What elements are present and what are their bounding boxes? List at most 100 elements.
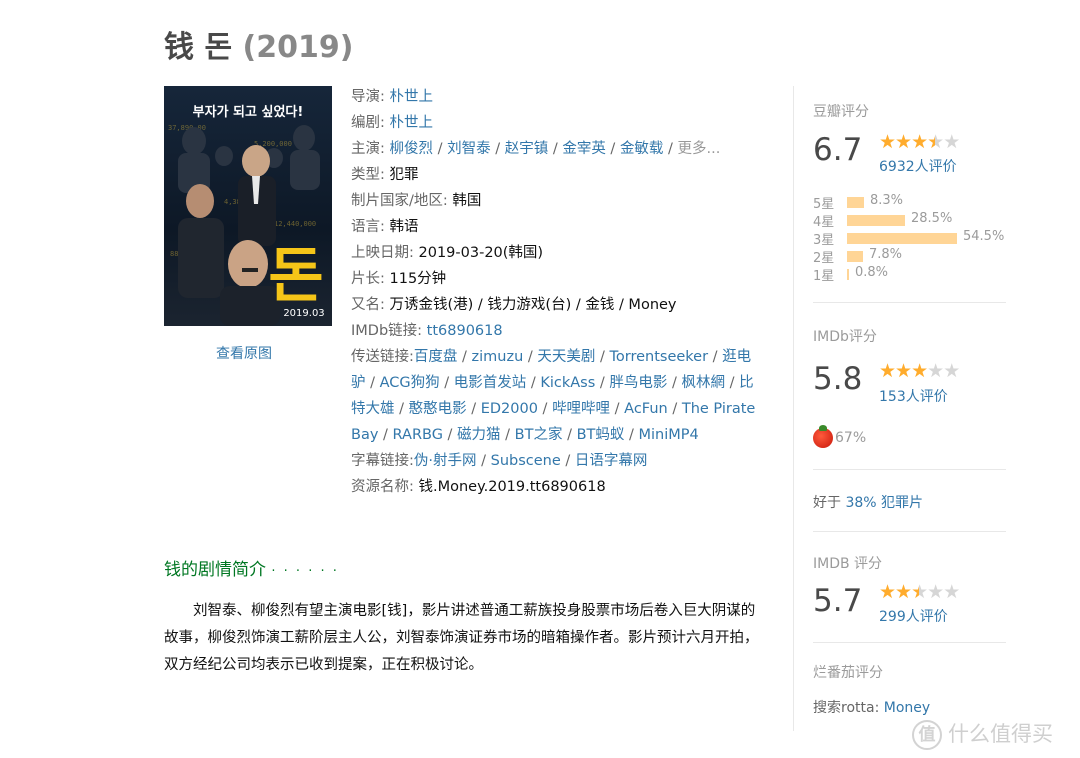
links-row: 传送链接:百度盘 / zimuzu / 天天美剧 / Torrentseeker…	[351, 349, 756, 443]
aka-label: 又名:	[351, 297, 390, 313]
movie-year: (2019)	[242, 30, 354, 65]
resource-link[interactable]: 胖鸟电影	[609, 375, 667, 391]
resource-name-value: 钱.Money.2019.tt6890618	[418, 479, 606, 495]
resource-link[interactable]: zimuzu	[472, 349, 524, 365]
imdb-row: IMDb链接: tt6890618	[351, 318, 761, 344]
poster-tagline: 부자가 되고 싶었다!	[193, 104, 304, 120]
language-row: 语言: 韩语	[351, 214, 761, 240]
resource-link[interactable]: 憨憨电影	[409, 401, 467, 417]
divider	[813, 642, 1006, 643]
star-icon: ★	[895, 131, 912, 153]
director-row: 导演: 朴世上	[351, 84, 761, 110]
resource-link[interactable]: 百度盘	[414, 349, 458, 365]
view-original-link[interactable]: 查看原图	[216, 343, 272, 363]
resource-name-row: 资源名称: 钱.Money.2019.tt6890618	[351, 474, 761, 500]
douban-label: 豆瓣评分	[813, 104, 869, 120]
rating-dist-bar	[847, 233, 957, 244]
douban-stars: ★★★★★	[879, 131, 960, 153]
release-label: 上映日期:	[351, 245, 419, 261]
resource-link[interactable]: 磁力猫	[457, 427, 501, 443]
rating-dist-bar	[847, 215, 905, 226]
language-value: 韩语	[389, 219, 419, 235]
star-empty-icon: ★	[927, 360, 944, 382]
imdb-label: IMDb链接:	[351, 323, 427, 339]
resource-link[interactable]: ACG狗狗	[380, 375, 440, 391]
cast-link[interactable]: 赵宇镇	[505, 141, 549, 157]
cast-link[interactable]: 刘智泰	[447, 141, 491, 157]
resource-link[interactable]: 电影首发站	[454, 375, 527, 391]
director-link[interactable]: 朴世上	[390, 89, 434, 105]
poster-image: 37,890,00 5,200,000 4,380,000 12,440,000…	[164, 86, 332, 326]
resource-link[interactable]: KickAss	[540, 375, 595, 391]
synopsis-heading: 钱的剧情简介 · · · · · ·	[164, 555, 339, 580]
star-icon: ★	[911, 131, 928, 153]
aka-value: 万诱金钱(港) / 钱力游戏(台) / 金钱 / Money	[389, 297, 677, 313]
country-value: 韩国	[452, 193, 482, 209]
rating-dist-pct: 8.3%	[870, 193, 904, 208]
star-icon: ★	[879, 360, 896, 382]
imdb-count-link[interactable]: 153人评价	[879, 386, 948, 406]
watermark-text: 什么值得买	[948, 722, 1053, 746]
divider	[813, 302, 1006, 303]
imdb-rating-stars: ★★★★★	[879, 360, 960, 382]
subs-row: 字幕链接:伪·射手网 / Subscene / 日语字幕网	[351, 453, 648, 469]
rating-dist-pct: 28.5%	[911, 211, 953, 226]
resource-link[interactable]: BT蚂蚁	[577, 427, 625, 443]
resource-link[interactable]: ED2000	[481, 401, 538, 417]
movie-poster[interactable]: 37,890,00 5,200,000 4,380,000 12,440,000…	[164, 86, 332, 326]
watermark: 值什么值得买	[912, 718, 1053, 750]
resource-link[interactable]: 哔哩哔哩	[552, 401, 610, 417]
synopsis-title: 钱的剧情简介	[164, 560, 266, 580]
resource-link[interactable]: BT之家	[515, 427, 563, 443]
resource-link[interactable]: 天天美剧	[537, 349, 595, 365]
imdb2-count-link[interactable]: 299人评价	[879, 606, 948, 626]
rating-dist-pct: 7.8%	[869, 247, 903, 262]
links-label: 传送链接:	[351, 349, 414, 365]
star-empty-icon: ★	[943, 131, 960, 153]
rating-dist-star: 5星	[813, 197, 835, 212]
rt-rating-label: 烂番茄评分	[813, 665, 883, 681]
resource-link[interactable]: MiniMP4	[639, 427, 699, 443]
synopsis-dots: · · · · · ·	[271, 564, 339, 579]
half-star-icon: ★	[927, 131, 944, 153]
tomato-value: 67%	[835, 430, 867, 446]
douban-count-link[interactable]: 6932人评价	[879, 156, 957, 176]
cast-link[interactable]: 金敏载	[620, 141, 664, 157]
rt-search: 搜索rotta: Money	[813, 697, 930, 717]
cast-link[interactable]: 柳俊烈	[390, 141, 434, 157]
divider	[813, 531, 1006, 532]
country-label: 制片国家/地区:	[351, 193, 453, 209]
star-empty-icon: ★	[927, 581, 944, 603]
resource-link[interactable]: AcFun	[624, 401, 668, 417]
resource-link[interactable]: 枫林網	[682, 375, 726, 391]
cast-more-link[interactable]: 更多...	[678, 141, 721, 157]
subtitle-link[interactable]: Subscene	[491, 453, 561, 469]
poster-big-char: 돈	[268, 241, 323, 311]
star-icon: ★	[879, 131, 896, 153]
runtime-value: 115分钟	[389, 271, 447, 287]
resource-name-label: 资源名称:	[351, 479, 419, 495]
writer-link[interactable]: 朴世上	[390, 115, 434, 131]
resource-link[interactable]: RARBG	[393, 427, 443, 443]
imdb2-rating-score: 5.7	[813, 583, 863, 619]
star-icon: ★	[895, 360, 912, 382]
rt-search-link[interactable]: Money	[884, 700, 930, 716]
better-than: 好于 38% 犯罪片	[813, 492, 923, 512]
subtitle-link[interactable]: 日语字幕网	[575, 453, 648, 469]
rating-dist-star: 1星	[813, 269, 835, 284]
runtime-row: 片长: 115分钟	[351, 266, 761, 292]
rating-dist-pct: 0.8%	[855, 265, 889, 280]
star-icon: ★	[911, 360, 928, 382]
imdb-rating-score: 5.8	[813, 361, 863, 397]
genre-label: 类型:	[351, 167, 390, 183]
imdb-link[interactable]: tt6890618	[427, 323, 503, 339]
rating-dist-pct: 54.5%	[963, 229, 1005, 244]
runtime-label: 片长:	[351, 271, 390, 287]
writer-label: 编剧:	[351, 115, 390, 131]
subtitle-link[interactable]: 伪·射手网	[414, 453, 477, 469]
cast-link[interactable]: 金宰英	[562, 141, 606, 157]
tomato-score: 67%	[813, 425, 867, 448]
watermark-logo-icon: 值	[912, 720, 942, 750]
better-than-link[interactable]: 38% 犯罪片	[845, 495, 923, 511]
resource-link[interactable]: Torrentseeker	[609, 349, 708, 365]
